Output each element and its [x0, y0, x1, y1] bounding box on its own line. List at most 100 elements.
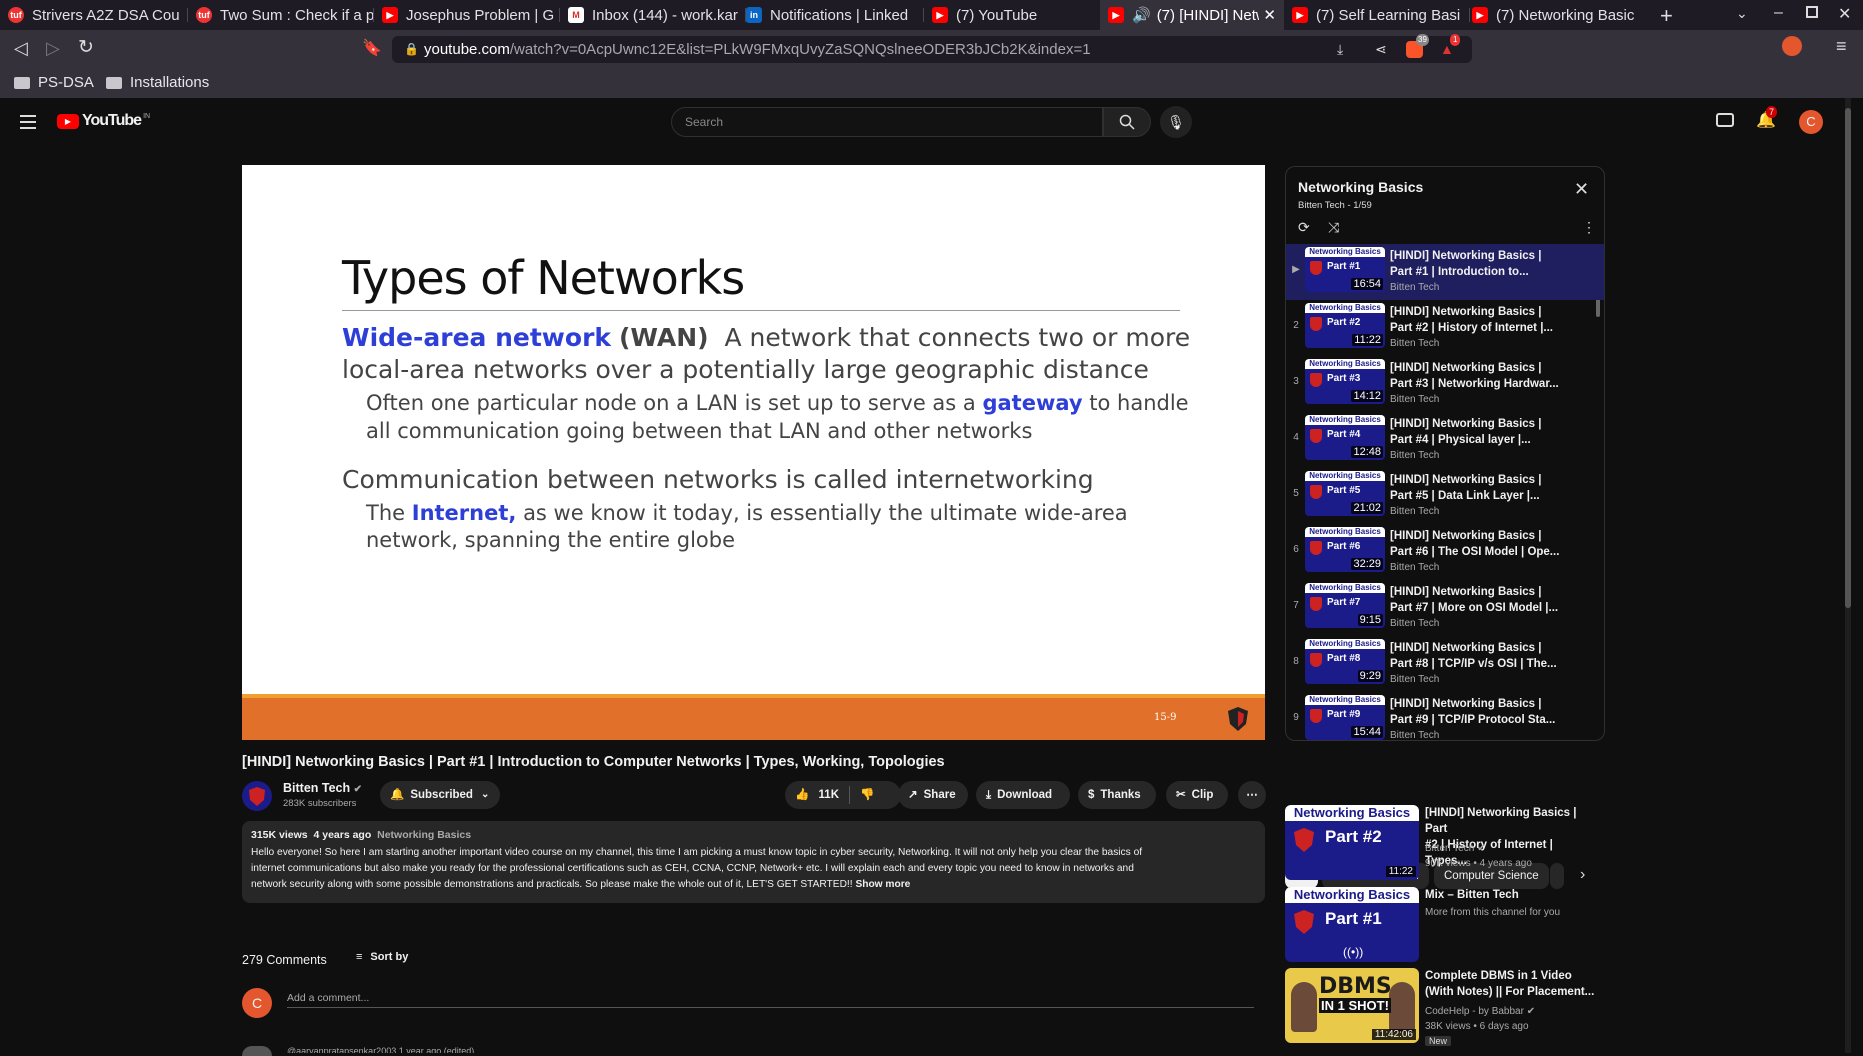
menu-icon[interactable]: ≡: [1836, 36, 1847, 57]
share-icon[interactable]: ⋖: [1375, 36, 1387, 63]
shield-logo-icon: [1228, 707, 1248, 731]
download-button[interactable]: ⤓ Download: [976, 781, 1070, 809]
playlist-item-title[interactable]: [HINDI] Networking Basics | Part #5 | Dat…: [1390, 472, 1590, 504]
bookmark-icon[interactable]: 🔖: [362, 38, 382, 58]
playlist-item-index: 7: [1293, 600, 1299, 611]
playlist-item-title[interactable]: [HINDI] Networking Basics | Part #3 | Net…: [1390, 360, 1590, 392]
playlist-item[interactable]: 7 Networking Basics Part #7 9:15 [HINDI] Net…: [1286, 580, 1604, 636]
playlist-item[interactable]: 4 Networking Basics Part #4 12:48 [HINDI] Ne…: [1286, 412, 1604, 468]
maximize-icon[interactable]: [1806, 6, 1818, 18]
video-thumbnail[interactable]: Networking Basics Part #3 14:12: [1305, 359, 1385, 404]
playlist-item-index: ▶: [1292, 264, 1300, 275]
video-thumbnail[interactable]: Networking Basics Part #5 21:02: [1305, 471, 1385, 516]
lock-icon: 🔒: [404, 42, 419, 56]
comment-input[interactable]: Add a comment...: [287, 988, 1254, 1008]
recommendation-item[interactable]: Networking Basics Part #2 11:22 [HINDI] …: [1285, 805, 1605, 885]
create-video-icon[interactable]: [1716, 113, 1734, 127]
new-tab-icon[interactable]: +: [1660, 3, 1673, 29]
browser-tab[interactable]: ▶ (7) YouTube: [924, 0, 1110, 30]
thanks-button[interactable]: $ Thanks: [1078, 781, 1156, 809]
install-app-icon[interactable]: ⤓: [1337, 36, 1343, 63]
playlist-item[interactable]: 8 Networking Basics Part #8 9:29 [HINDI] Net…: [1286, 636, 1604, 692]
close-tab-icon[interactable]: ✕: [1263, 6, 1276, 24]
hashtag-link[interactable]: Networking Basics: [377, 829, 471, 841]
channel-avatar[interactable]: [242, 781, 272, 811]
channel-name[interactable]: Bitten Tech ✔: [283, 781, 362, 795]
tab-list-icon[interactable]: ⌄: [1736, 5, 1748, 22]
video-thumbnail[interactable]: Networking Basics Part #2 11:22: [1305, 303, 1385, 348]
video-thumbnail[interactable]: Networking Basics Part #7 9:15: [1305, 583, 1385, 628]
playlist-item-title[interactable]: [HINDI] Networking Basics | Part #1 | Int…: [1390, 248, 1590, 280]
browser-tab[interactable]: ▶ (7) Networking Basic: [1464, 0, 1650, 30]
youtube-icon: ▶: [1472, 7, 1488, 23]
more-actions-button[interactable]: ⋯: [1238, 781, 1266, 809]
video-description[interactable]: 315K views 4 years ago Networking Basics…: [242, 821, 1265, 903]
tuf-icon: tuf: [8, 7, 24, 23]
search-button[interactable]: [1103, 107, 1151, 137]
shuffle-icon[interactable]: ⤨: [1328, 219, 1339, 236]
share-button[interactable]: ↗ Share: [898, 781, 968, 809]
hamburger-menu-icon[interactable]: [20, 115, 36, 129]
video-thumbnail[interactable]: Networking Basics Part #9 15:44: [1305, 695, 1385, 740]
loop-icon[interactable]: ⟳: [1298, 219, 1310, 236]
video-thumbnail[interactable]: Networking Basics Part #4 12:48: [1305, 415, 1385, 460]
browser-tab[interactable]: ▶ (7) Self Learning Basi: [1284, 0, 1470, 30]
bookmark-folder[interactable]: Installations: [106, 74, 209, 91]
browser-tab[interactable]: in Notifications | Linked: [738, 0, 924, 30]
dislike-button[interactable]: 👎: [860, 781, 874, 809]
playlist-item-title[interactable]: [HINDI] Networking Basics | Part #6 | The…: [1390, 528, 1590, 560]
show-more-link[interactable]: Show more: [855, 879, 910, 890]
subscribed-button[interactable]: 🔔 Subscribed ⌄: [380, 781, 500, 809]
new-badge: New: [1425, 1036, 1452, 1046]
playlist-item[interactable]: ▶ Networking Basics Part #1 16:54 [HINDI] Ne…: [1286, 244, 1604, 300]
playlist-item[interactable]: 2 Networking Basics Part #2 11:22 [HINDI] Ne…: [1286, 300, 1604, 356]
shield-icon: [1294, 910, 1314, 934]
search-input[interactable]: Search: [671, 107, 1103, 137]
browser-tab-active[interactable]: ▶ 🔊 (7) [HINDI] Netw ✕: [1100, 0, 1284, 30]
playlist-item[interactable]: 3 Networking Basics Part #3 14:12 [HINDI] Ne…: [1286, 356, 1604, 412]
video-thumbnail[interactable]: Networking Basics Part #2 11:22: [1285, 805, 1419, 880]
bookmark-folder[interactable]: PS-DSA: [14, 74, 94, 91]
video-thumbnail[interactable]: DBMS IN 1 SHOT! 11:42:06: [1285, 968, 1419, 1043]
youtube-icon: ▶: [1108, 7, 1124, 23]
recommendation-item[interactable]: DBMS IN 1 SHOT! 11:42:06 Complete DBMS i…: [1285, 968, 1605, 1048]
playlist-item-index: 2: [1293, 320, 1299, 331]
close-playlist-icon[interactable]: ✕: [1574, 179, 1589, 200]
back-icon[interactable]: ◁: [14, 38, 28, 59]
playlist-item[interactable]: 6 Networking Basics Part #6 32:29 [HINDI] Ne…: [1286, 524, 1604, 580]
clip-button[interactable]: ✂ Clip: [1166, 781, 1228, 809]
account-avatar[interactable]: C: [1799, 110, 1823, 134]
playlist-item-title[interactable]: [HINDI] Networking Basics | Part #9 | TCP…: [1390, 696, 1590, 728]
reload-icon[interactable]: ↻: [78, 36, 94, 59]
mix-thumbnail[interactable]: Networking Basics Part #1 ((•)): [1285, 887, 1419, 962]
browser-tab[interactable]: tuf Two Sum : Check if a p: [188, 0, 374, 30]
youtube-logo[interactable]: ▶ YouTube IN: [57, 112, 150, 130]
minimize-icon[interactable]: –: [1774, 4, 1783, 22]
video-thumbnail[interactable]: Networking Basics Part #1 16:54: [1305, 247, 1385, 292]
close-window-icon[interactable]: ✕: [1838, 4, 1851, 24]
page-scrollbar[interactable]: [1845, 98, 1851, 1053]
playlist-item-title[interactable]: [HINDI] Networking Basics | Part #2 | His…: [1390, 304, 1590, 336]
sort-by-button[interactable]: ≡ Sort by: [356, 951, 408, 963]
like-button[interactable]: 👍 11K: [795, 781, 839, 809]
video-thumbnail[interactable]: Networking Basics Part #6 32:29: [1305, 527, 1385, 572]
voice-search-icon[interactable]: 🎙: [1160, 106, 1192, 138]
playlist-item-title[interactable]: [HINDI] Networking Basics | Part #4 | Phy…: [1390, 416, 1590, 448]
playlist-item-title[interactable]: [HINDI] Networking Basics | Part #8 | TCP…: [1390, 640, 1590, 672]
playlist-title[interactable]: Networking Basics: [1298, 179, 1423, 195]
more-vertical-icon[interactable]: ⋮: [1582, 219, 1596, 236]
speaker-icon[interactable]: 🔊: [1132, 6, 1151, 24]
video-thumbnail[interactable]: Networking Basics Part #8 9:29: [1305, 639, 1385, 684]
playlist-item[interactable]: 9 Networking Basics Part #9 15:44 [HINDI] Ne…: [1286, 692, 1604, 740]
browser-tab[interactable]: tuf Strivers A2Z DSA Cou: [0, 0, 188, 30]
slide-internet-line: The Internet, as we know it today, is es…: [366, 501, 1128, 525]
profile-icon[interactable]: [1782, 36, 1802, 56]
video-player[interactable]: Types of Networks Wide-area network (WAN…: [242, 165, 1265, 740]
browser-tab[interactable]: M Inbox (144) - work.kar: [560, 0, 746, 30]
recommendation-item[interactable]: Networking Basics Part #1 ((•)) Mix – Bi…: [1285, 887, 1605, 963]
forward-icon[interactable]: ▷: [46, 38, 60, 59]
playlist-item-title[interactable]: [HINDI] Networking Basics | Part #7 | Mor…: [1390, 584, 1590, 616]
browser-tab[interactable]: ▶ Josephus Problem | G: [374, 0, 560, 30]
address-bar[interactable]: 🔒 youtube.com/watch?v=0AcpUwnc12E&list=P…: [392, 34, 1472, 63]
playlist-item[interactable]: 5 Networking Basics Part #5 21:02 [HINDI] Ne…: [1286, 468, 1604, 524]
